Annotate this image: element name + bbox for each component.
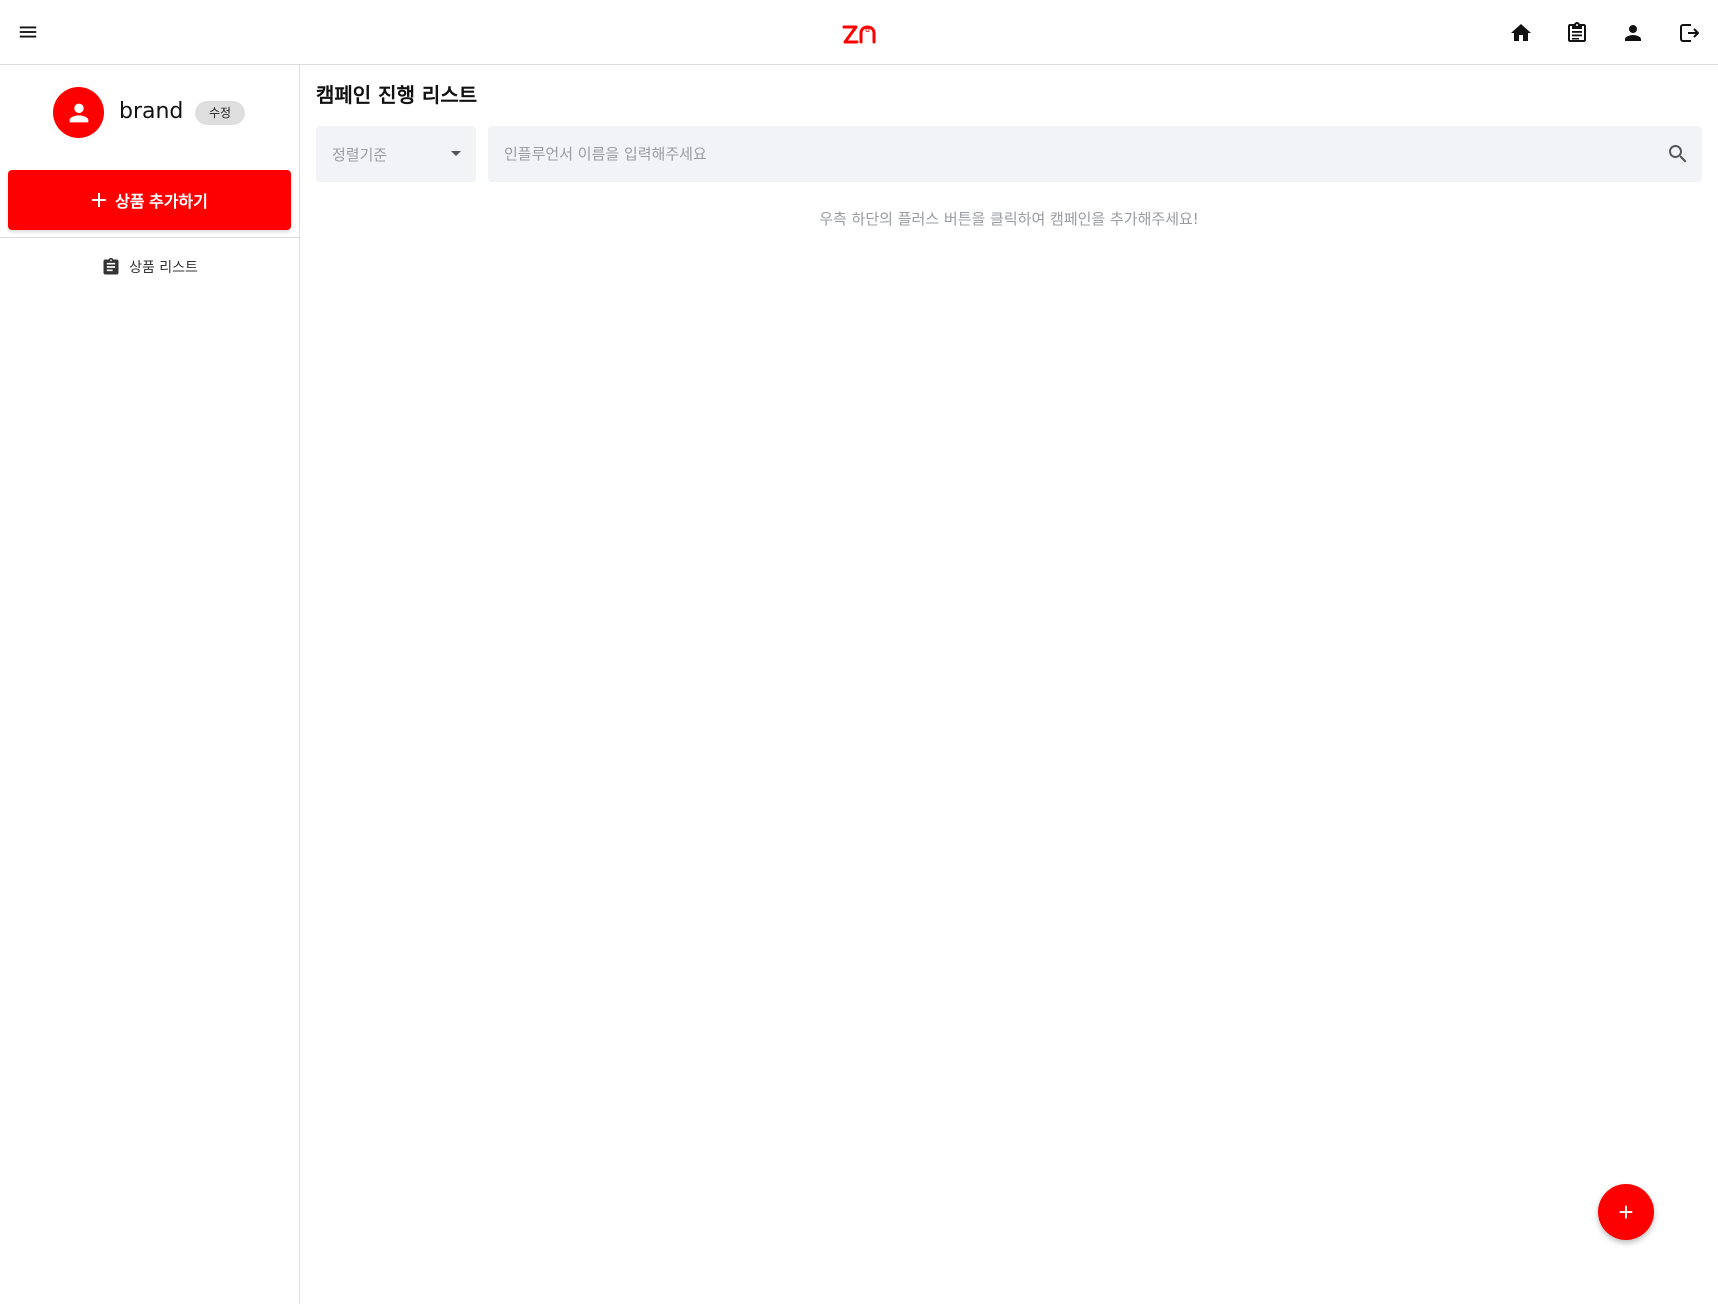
app-logo[interactable]: [838, 18, 880, 50]
add-product-label: 상품 추가하기: [115, 194, 208, 211]
logout-icon: [1680, 24, 1699, 42]
person-icon: [69, 103, 88, 122]
sort-select[interactable]: 정렬기준: [316, 126, 476, 182]
home-button[interactable]: [1506, 18, 1536, 48]
zn-logo: [842, 25, 876, 44]
menu-icon: [19, 26, 37, 38]
profile-section: brand 수정: [0, 65, 300, 165]
clipboard-button[interactable]: [1562, 18, 1592, 48]
person-icon: [1625, 25, 1641, 41]
page-title: 캠페인 진행 리스트: [316, 83, 478, 107]
home-icon: [1511, 24, 1531, 41]
add-campaign-fab[interactable]: +: [1598, 1184, 1654, 1240]
profile-button[interactable]: [1618, 18, 1648, 48]
main-content: 캠페인 진행 리스트 정렬기준 우측 하단의 플러스 버튼을 클릭하여 캠페인을…: [300, 65, 1718, 1304]
caret-down-icon: [451, 151, 461, 156]
sidebar-item-label: 상품 리스트: [129, 260, 198, 276]
sort-select-label: 정렬기준: [332, 146, 388, 164]
sidebar: brand 수정 상품 추가하기 상품 리스트: [0, 65, 300, 1304]
plus-icon: [92, 193, 107, 207]
avatar: [53, 87, 104, 138]
top-app-bar: [0, 0, 1718, 65]
search-box: [488, 126, 1702, 182]
empty-state-message: 우측 하단의 플러스 버튼을 클릭하여 캠페인을 추가해주세요!: [819, 210, 1199, 228]
search-icon[interactable]: [1666, 142, 1690, 166]
sidebar-item-product-list[interactable]: 상품 리스트: [0, 249, 299, 285]
add-product-button[interactable]: 상품 추가하기: [8, 170, 291, 230]
clipboard-icon: [103, 257, 119, 275]
menu-button[interactable]: [14, 18, 42, 46]
logout-button[interactable]: [1674, 18, 1704, 48]
edit-profile-button[interactable]: 수정: [195, 101, 245, 125]
fab-plus-label: +: [1618, 1197, 1634, 1227]
profile-name: brand: [119, 99, 184, 124]
search-input[interactable]: [488, 126, 1648, 182]
sidebar-divider: [0, 237, 299, 238]
clipboard-icon: [1568, 22, 1586, 42]
